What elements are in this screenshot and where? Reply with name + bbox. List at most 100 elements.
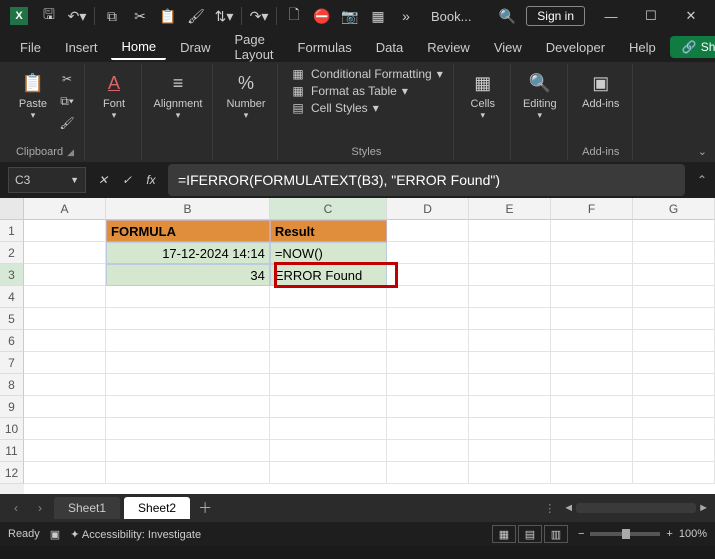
cell-F12[interactable] [551,462,633,484]
row-header[interactable]: 3 [0,264,24,286]
format-painter-button[interactable]: 🖌 [56,113,78,133]
copy-button[interactable]: ⧉▾ [56,91,78,111]
cell-B8[interactable] [106,374,270,396]
cell-B9[interactable] [106,396,270,418]
zoom-level[interactable]: 100% [679,528,707,540]
cell-C2[interactable]: =NOW() [270,242,387,264]
cancel-formula-icon[interactable]: ✕ [92,169,114,191]
sign-in-button[interactable]: Sign in [526,6,585,26]
cell-G12[interactable] [633,462,715,484]
col-header[interactable]: F [551,198,633,220]
cell-F9[interactable] [551,396,633,418]
cell-G7[interactable] [633,352,715,374]
cell-E12[interactable] [469,462,551,484]
cell-G6[interactable] [633,330,715,352]
row-header[interactable]: 11 [0,440,24,462]
cell-D12[interactable] [387,462,469,484]
cell-E5[interactable] [469,308,551,330]
cell-C11[interactable] [270,440,387,462]
cell-F1[interactable] [551,220,633,242]
menu-data[interactable]: Data [366,36,413,59]
cell-B7[interactable] [106,352,270,374]
name-box[interactable]: C3▼ [8,167,86,193]
zoom-slider[interactable] [590,532,660,536]
row-header[interactable]: 8 [0,374,24,396]
cut-button[interactable]: ✂ [56,69,78,89]
formula-input[interactable]: =IFERROR(FORMULATEXT(B3), "ERROR Found") [168,164,685,196]
save-icon[interactable]: 🖫 [36,3,62,29]
cell-E3[interactable] [469,264,551,286]
cell-F3[interactable] [551,264,633,286]
search-icon[interactable]: 🔍 [494,3,520,29]
cell-F11[interactable] [551,440,633,462]
zoom-out-button[interactable]: − [578,528,584,540]
cell-A9[interactable] [24,396,106,418]
format-as-table-button[interactable]: ▦Format as Table ▾ [286,83,447,99]
page-layout-view-icon[interactable]: ▤ [518,525,542,543]
cell-A8[interactable] [24,374,106,396]
col-header[interactable]: C [270,198,387,220]
sheet-tab-1[interactable]: Sheet1 [54,497,120,519]
cell-B2[interactable]: 17-12-2024 14:14 [106,242,270,264]
cell-B10[interactable] [106,418,270,440]
cell-F10[interactable] [551,418,633,440]
cell-B6[interactable] [106,330,270,352]
accessibility-status[interactable]: ✦ Accessibility: Investigate [70,528,201,541]
hscroll-left-icon[interactable]: ◄ [563,502,574,514]
cell-C8[interactable] [270,374,387,396]
minimize-button[interactable]: — [591,0,631,32]
fx-icon[interactable]: fx [140,169,162,191]
menu-view[interactable]: View [484,36,532,59]
collapse-ribbon-icon[interactable]: ⌄ [698,145,707,158]
cell-F6[interactable] [551,330,633,352]
cell-C10[interactable] [270,418,387,440]
cell-E10[interactable] [469,418,551,440]
cell-C9[interactable] [270,396,387,418]
cells-button[interactable]: ▦ Cells▾ [462,66,504,136]
cell-D8[interactable] [387,374,469,396]
cell-C4[interactable] [270,286,387,308]
row-header[interactable]: 10 [0,418,24,440]
maximize-button[interactable]: ☐ [631,0,671,32]
camera-icon[interactable]: 📷 [337,3,363,29]
cell-G2[interactable] [633,242,715,264]
menu-formulas[interactable]: Formulas [288,36,362,59]
cell-G4[interactable] [633,286,715,308]
editing-button[interactable]: 🔍 Editing▾ [519,66,561,136]
cell-C1[interactable]: Result [270,220,387,242]
cell-C5[interactable] [270,308,387,330]
number-button[interactable]: % Number▾ [221,66,271,136]
col-header[interactable]: G [633,198,715,220]
cell-F7[interactable] [551,352,633,374]
cell-D11[interactable] [387,440,469,462]
cell-A6[interactable] [24,330,106,352]
horizontal-scrollbar[interactable] [576,503,696,513]
touch-mode-icon[interactable]: ⛔ [309,3,335,29]
copy-icon[interactable]: ⧉ [99,3,125,29]
tab-nav-next-icon[interactable]: › [30,498,50,518]
menu-developer[interactable]: Developer [536,36,615,59]
dialog-launcher-icon[interactable]: ◢ [67,147,74,157]
col-header[interactable]: A [24,198,106,220]
cell-G1[interactable] [633,220,715,242]
cell-E9[interactable] [469,396,551,418]
row-header[interactable]: 4 [0,286,24,308]
cell-E2[interactable] [469,242,551,264]
cell-A2[interactable] [24,242,106,264]
cell-B3[interactable]: 34 [106,264,270,286]
cell-G10[interactable] [633,418,715,440]
cell-E4[interactable] [469,286,551,308]
cell-C6[interactable] [270,330,387,352]
normal-view-icon[interactable]: ▦ [492,525,516,543]
cell-C3[interactable]: ERROR Found [270,264,387,286]
cell-F2[interactable] [551,242,633,264]
menu-help[interactable]: Help [619,36,666,59]
cell-F8[interactable] [551,374,633,396]
col-header[interactable]: E [469,198,551,220]
alignment-button[interactable]: ≡ Alignment▾ [150,66,206,136]
menu-file[interactable]: File [10,36,51,59]
new-file-icon[interactable]: 🗋 [281,3,307,29]
cell-A1[interactable] [24,220,106,242]
paste-button[interactable]: 📋 Paste▾ [12,66,54,136]
document-title[interactable]: Book... [431,9,471,24]
